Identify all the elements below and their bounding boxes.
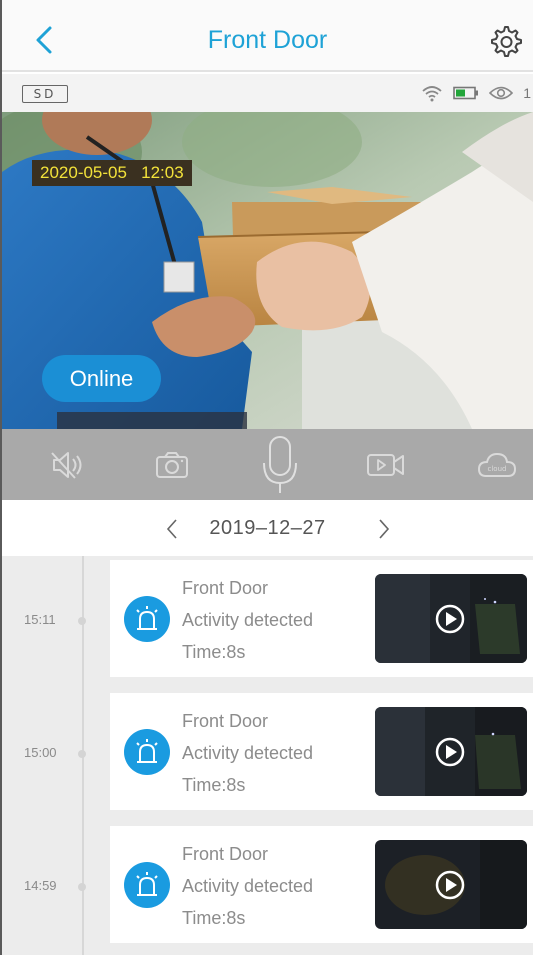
timeline-dot xyxy=(78,750,86,758)
event-duration: Time:8s xyxy=(182,642,246,662)
event-card[interactable]: Front Door Activity detected Time:8s xyxy=(110,826,533,943)
date-navigation: 2019–12–27 xyxy=(2,500,533,556)
microphone-icon xyxy=(263,435,297,493)
next-date-button[interactable] xyxy=(369,514,399,544)
event-video-thumbnail[interactable] xyxy=(375,707,527,796)
online-status-button[interactable]: Online xyxy=(42,355,161,402)
record-button[interactable] xyxy=(360,429,412,500)
event-video-thumbnail[interactable] xyxy=(375,840,527,929)
alarm-light-icon xyxy=(124,862,170,908)
svg-text:cloud: cloud xyxy=(488,465,507,473)
gear-icon xyxy=(491,26,522,57)
event-duration: Time:8s xyxy=(182,908,246,928)
cloud-button[interactable]: cloud xyxy=(469,429,525,500)
event-type: Activity detected xyxy=(182,610,314,630)
page-title: Front Door xyxy=(207,26,328,54)
event-duration: Time:8s xyxy=(182,775,246,795)
camera-icon xyxy=(156,451,188,478)
event-time: 15:00 xyxy=(24,745,57,760)
live-video-feed[interactable]: 2020-05-05 12:03 Online xyxy=(2,112,533,429)
event-video-thumbnail[interactable] xyxy=(375,574,527,663)
timeline-event: 14:59 Front Door Activity detected Time:… xyxy=(2,826,533,943)
timeline-dot xyxy=(78,883,86,891)
viewer-count: 1 xyxy=(523,85,531,101)
event-card[interactable]: Front Door Activity detected Time:8s xyxy=(110,693,533,810)
status-icons: 1 xyxy=(421,84,531,102)
event-card[interactable]: Front Door Activity detected Time:8s xyxy=(110,560,533,677)
top-bar: Front Door xyxy=(2,0,533,72)
chevron-right-icon xyxy=(379,519,390,539)
battery-icon xyxy=(453,86,479,100)
chevron-left-icon xyxy=(166,519,177,539)
timeline-event: 15:11 Front Door Activity detected Time:… xyxy=(2,560,533,677)
event-timeline: 15:11 Front Door Activity detected Time:… xyxy=(2,556,533,955)
event-details: Front Door Activity detected Time:8s xyxy=(182,838,313,934)
app-screen: Front Door SD 1 2020-05-05 12:03 Online … xyxy=(0,0,533,955)
speaker-muted-icon xyxy=(51,451,82,479)
event-details: Front Door Activity detected Time:8s xyxy=(182,705,313,801)
snapshot-button[interactable] xyxy=(147,429,197,500)
event-type: Activity detected xyxy=(182,876,314,896)
event-device: Front Door xyxy=(182,844,269,864)
eye-icon xyxy=(489,85,514,101)
video-record-icon xyxy=(367,453,404,476)
event-time: 14:59 xyxy=(24,878,57,893)
event-device: Front Door xyxy=(182,711,269,731)
selected-date: 2019–12–27 xyxy=(209,516,326,539)
event-details: Front Door Activity detected Time:8s xyxy=(182,572,313,668)
event-type: Activity detected xyxy=(182,743,314,763)
previous-date-button[interactable] xyxy=(157,514,187,544)
event-time: 15:11 xyxy=(24,612,56,627)
settings-button[interactable] xyxy=(482,18,528,64)
sd-card-badge: SD xyxy=(22,85,68,103)
video-timestamp: 2020-05-05 12:03 xyxy=(32,160,192,186)
wifi-icon xyxy=(421,84,443,102)
camera-controls: cloud xyxy=(2,429,533,500)
mute-button[interactable] xyxy=(42,429,92,500)
timeline-dot xyxy=(78,617,86,625)
timeline-event: 15:00 Front Door Activity detected Time:… xyxy=(2,693,533,810)
alarm-light-icon xyxy=(124,729,170,775)
cloud-icon: cloud xyxy=(477,452,517,477)
event-device: Front Door xyxy=(182,578,269,598)
device-status-bar: SD 1 xyxy=(2,74,533,112)
alarm-light-icon xyxy=(124,596,170,642)
talk-button[interactable] xyxy=(250,429,310,500)
